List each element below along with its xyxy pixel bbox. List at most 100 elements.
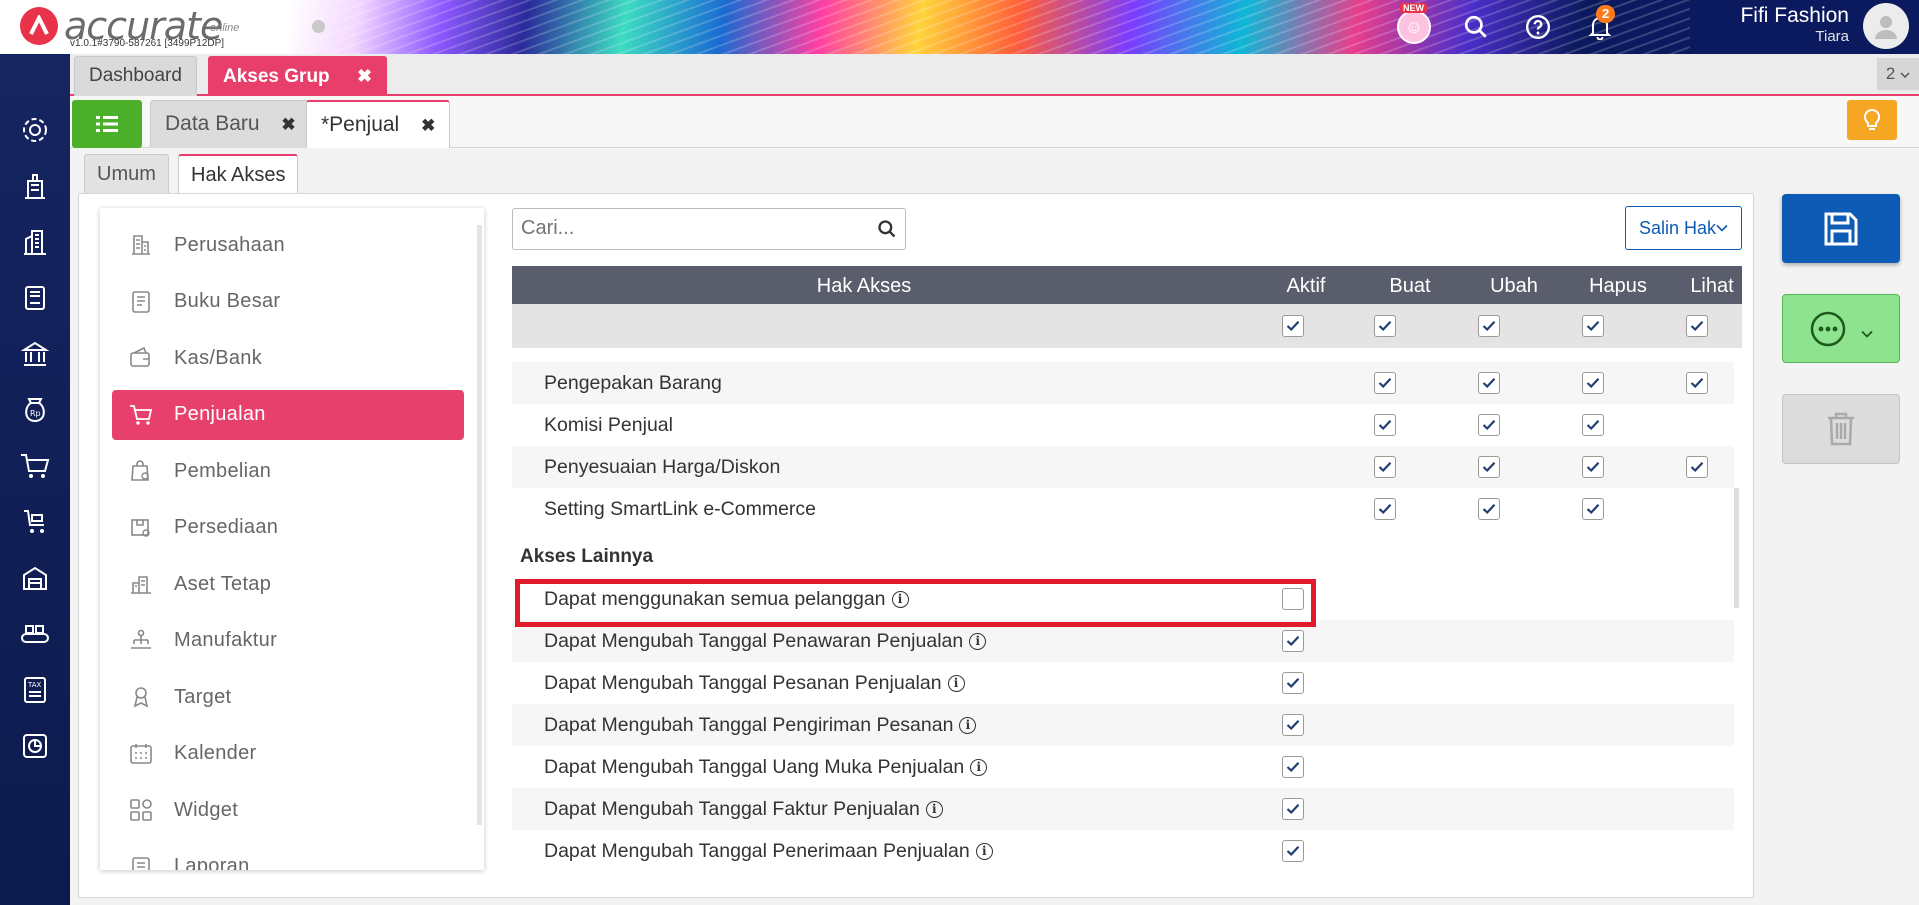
nav-bank[interactable] — [15, 334, 55, 374]
category-item[interactable]: Target — [112, 672, 464, 722]
buat-checkbox[interactable] — [1374, 372, 1396, 394]
hapus-checkbox[interactable] — [1582, 372, 1604, 394]
nav-ledger[interactable] — [15, 278, 55, 318]
category-item[interactable]: Buku Besar — [112, 277, 464, 327]
main-sidebar: Rp TAX — [0, 54, 70, 905]
document-tabbar: Data Baru ✖ *Penjual ✖ — [70, 96, 1919, 148]
category-label: Perusahaan — [174, 233, 285, 256]
buat-checkbox[interactable] — [1374, 414, 1396, 436]
close-icon[interactable]: ✖ — [357, 66, 372, 86]
ubah-checkbox[interactable] — [1478, 414, 1500, 436]
grid-scrollbar[interactable] — [1734, 488, 1739, 608]
nav-sales[interactable] — [15, 446, 55, 486]
aktif-checkbox[interactable] — [1282, 756, 1304, 778]
tab-umum[interactable]: Umum — [84, 154, 169, 194]
lihat-checkbox[interactable] — [1686, 456, 1708, 478]
category-item[interactable]: Aset Tetap — [112, 559, 464, 609]
ubah-checkbox[interactable] — [1478, 372, 1500, 394]
list-view-button[interactable] — [72, 100, 142, 148]
search-icon[interactable] — [877, 219, 897, 244]
category-item[interactable]: Perusahaan — [112, 220, 464, 270]
hapus-checkbox[interactable] — [1582, 414, 1604, 436]
user-info[interactable]: Fifi Fashion Tiara — [1740, 4, 1849, 45]
hapus-checkbox[interactable] — [1582, 498, 1604, 520]
aktif-checkbox[interactable] — [1282, 798, 1304, 820]
user-name: Tiara — [1815, 28, 1849, 45]
category-label: Widget — [174, 798, 239, 821]
category-item[interactable]: Penjualan — [112, 389, 464, 440]
category-label: Aset Tetap — [174, 572, 272, 595]
nav-reports[interactable] — [15, 726, 55, 766]
aktif-checkbox[interactable] — [1282, 714, 1304, 736]
nav-purchase[interactable] — [15, 502, 55, 542]
select-all-aktif-checkbox[interactable] — [1282, 315, 1304, 337]
lihat-checkbox[interactable] — [1686, 372, 1708, 394]
tab-dashboard[interactable]: Dashboard — [74, 56, 197, 96]
aktif-checkbox[interactable] — [1282, 588, 1304, 610]
more-actions-button[interactable] — [1782, 294, 1900, 363]
copy-rights-button[interactable]: Salin Hak — [1625, 206, 1742, 250]
tab-penjual[interactable]: *Penjual ✖ — [306, 100, 451, 148]
warehouse-icon — [23, 566, 47, 590]
category-item[interactable]: Persediaan — [112, 503, 464, 553]
lightbulb-icon — [1863, 108, 1881, 130]
check-icon — [1286, 720, 1300, 731]
buat-checkbox[interactable] — [1374, 498, 1396, 520]
tab-label: Data Baru — [165, 112, 260, 135]
nav-settings[interactable] — [15, 110, 55, 150]
category-item[interactable]: Kas/Bank — [112, 333, 464, 383]
aktif-checkbox[interactable] — [1282, 840, 1304, 862]
hapus-checkbox[interactable] — [1582, 456, 1604, 478]
save-button[interactable] — [1782, 194, 1900, 263]
select-all-ubah-checkbox[interactable] — [1478, 315, 1500, 337]
category-item[interactable]: Pembelian — [112, 446, 464, 496]
check-icon — [1378, 420, 1392, 431]
nav-manufacture[interactable] — [15, 614, 55, 654]
user-avatar[interactable] — [1863, 3, 1909, 49]
select-all-buat-checkbox[interactable] — [1374, 315, 1396, 337]
info-icon[interactable]: i — [970, 759, 988, 777]
category-item[interactable]: Laporan — [112, 842, 464, 870]
tab-hak-akses[interactable]: Hak Akses — [178, 154, 299, 196]
notifications-button[interactable]: 2 — [1578, 5, 1622, 47]
close-icon[interactable]: ✖ — [281, 115, 295, 134]
building-icon — [128, 232, 154, 258]
list-icon — [96, 116, 118, 132]
tab-akses-grup[interactable]: Akses Grup ✖ — [208, 56, 388, 96]
nav-city[interactable] — [15, 222, 55, 262]
select-all-lihat-checkbox[interactable] — [1686, 315, 1708, 337]
col-aktif: Aktif — [1286, 275, 1326, 297]
nav-company[interactable] — [15, 166, 55, 206]
tab-data-baru[interactable]: Data Baru ✖ — [150, 100, 311, 148]
tips-button[interactable] — [1847, 100, 1897, 140]
check-icon — [1586, 378, 1600, 389]
aktif-checkbox[interactable] — [1282, 630, 1304, 652]
check-icon — [1482, 462, 1496, 473]
category-item[interactable]: Manufaktur — [112, 616, 464, 666]
info-icon[interactable]: i — [947, 675, 965, 693]
info-icon[interactable]: i — [975, 843, 993, 861]
select-all-hapus-checkbox[interactable] — [1582, 315, 1604, 337]
nav-payment[interactable]: Rp — [15, 390, 55, 430]
ubah-checkbox[interactable] — [1478, 498, 1500, 520]
info-icon[interactable]: i — [969, 633, 987, 651]
page-switcher[interactable]: 2 — [1877, 58, 1919, 90]
info-icon[interactable]: i — [959, 717, 977, 735]
ubah-checkbox[interactable] — [1478, 456, 1500, 478]
help-button[interactable] — [1516, 7, 1560, 47]
building-icon — [25, 174, 45, 199]
aktif-checkbox[interactable] — [1282, 672, 1304, 694]
category-scrollbar[interactable] — [477, 225, 482, 825]
info-icon[interactable]: i — [891, 591, 909, 609]
delete-button[interactable] — [1782, 394, 1900, 464]
search-input[interactable] — [513, 209, 853, 247]
buat-checkbox[interactable] — [1374, 456, 1396, 478]
close-icon[interactable]: ✖ — [421, 116, 435, 135]
nav-inventory[interactable] — [15, 558, 55, 598]
category-item[interactable]: Kalender — [112, 729, 464, 779]
whats-new-button[interactable]: ☺ NEW — [1392, 3, 1436, 47]
nav-tax[interactable]: TAX — [15, 670, 55, 710]
search-button[interactable] — [1454, 7, 1498, 47]
category-item[interactable]: Widget — [112, 785, 464, 835]
info-icon[interactable]: i — [925, 801, 943, 819]
